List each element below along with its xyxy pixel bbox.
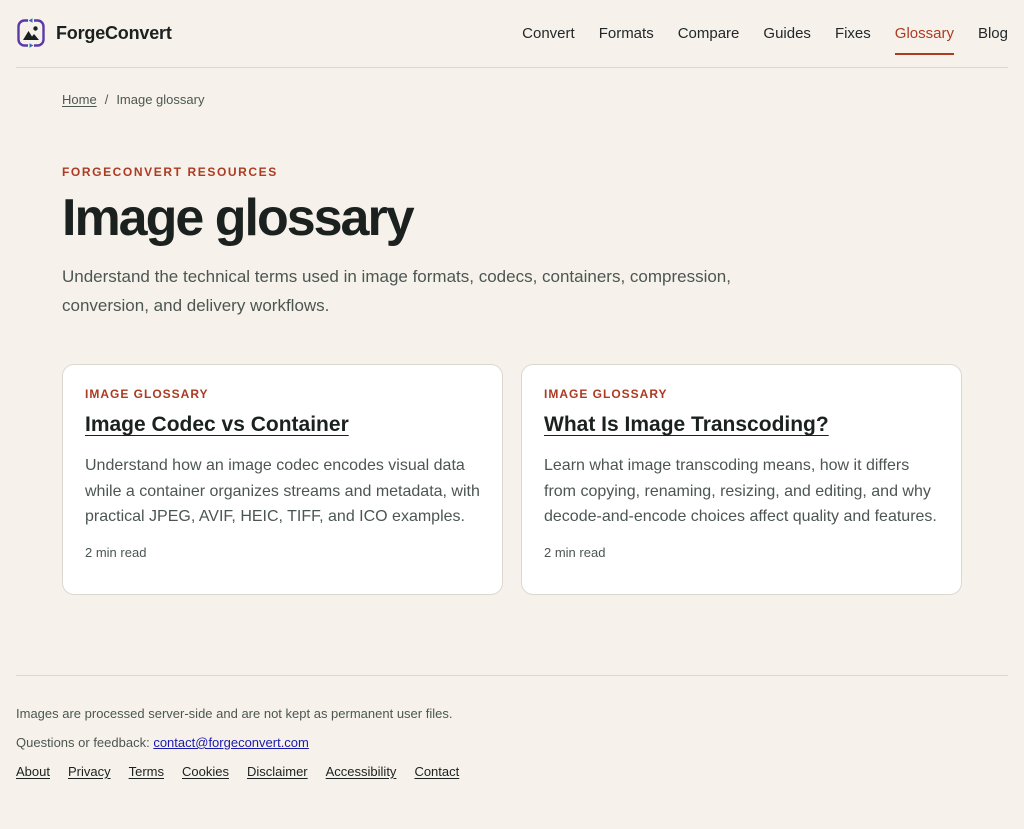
card-description: Understand how an image codec encodes vi… xyxy=(85,457,480,525)
nav-formats[interactable]: Formats xyxy=(599,0,654,68)
glossary-card: IMAGE GLOSSARY What Is Image Transcoding… xyxy=(521,364,962,595)
nav-fixes[interactable]: Fixes xyxy=(835,0,871,68)
footer-link-cookies[interactable]: Cookies xyxy=(182,764,229,779)
footer-links: About Privacy Terms Cookies Disclaimer A… xyxy=(16,764,477,779)
breadcrumb-home-link[interactable]: Home xyxy=(62,92,97,107)
nav-compare[interactable]: Compare xyxy=(678,0,740,68)
glossary-card: IMAGE GLOSSARY Image Codec vs Container … xyxy=(62,364,503,595)
image-convert-icon xyxy=(17,18,45,48)
section-eyebrow: FORGECONVERT RESOURCES xyxy=(62,165,278,179)
nav-glossary[interactable]: Glossary xyxy=(894,0,955,68)
footer-link-about[interactable]: About xyxy=(16,764,50,779)
site-footer: Images are processed server-side and are… xyxy=(16,675,1008,779)
card-read-time: 2 min read xyxy=(544,544,606,560)
site-header: ForgeConvert Convert Formats Compare Gui… xyxy=(16,0,1008,68)
footer-contact-email[interactable]: contact@forgeconvert.com xyxy=(153,735,309,750)
nav-convert[interactable]: Convert xyxy=(522,0,575,68)
footer-privacy-note: Images are processed server-side and are… xyxy=(16,706,453,721)
brand-name: ForgeConvert xyxy=(56,22,172,43)
footer-link-accessibility[interactable]: Accessibility xyxy=(326,764,397,779)
card-kicker: IMAGE GLOSSARY xyxy=(85,387,209,401)
main-nav: Convert Formats Compare Guides Fixes Glo… xyxy=(498,0,1008,68)
footer-link-terms[interactable]: Terms xyxy=(129,764,164,779)
brand-home-link[interactable]: ForgeConvert xyxy=(16,18,172,48)
breadcrumb-current: Image glossary xyxy=(116,92,205,107)
page-lede: Understand the technical terms used in i… xyxy=(62,267,731,315)
page-title: Image glossary xyxy=(62,189,415,247)
footer-link-disclaimer[interactable]: Disclaimer xyxy=(247,764,308,779)
footer-contact: Questions or feedback: contact@forgeconv… xyxy=(16,735,309,750)
card-kicker: IMAGE GLOSSARY xyxy=(544,387,668,401)
breadcrumb-separator: / xyxy=(104,92,109,107)
nav-guides[interactable]: Guides xyxy=(763,0,811,68)
footer-link-contact[interactable]: Contact xyxy=(414,764,459,779)
footer-contact-prefix: Questions or feedback: xyxy=(16,735,150,750)
card-description: Learn what image transcoding means, how … xyxy=(544,457,937,525)
card-title-link[interactable]: What Is Image Transcoding? xyxy=(544,413,829,437)
card-read-time: 2 min read xyxy=(85,544,147,560)
footer-link-privacy[interactable]: Privacy xyxy=(68,764,111,779)
breadcrumb: Home / Image glossary xyxy=(62,92,204,107)
card-title-link[interactable]: Image Codec vs Container xyxy=(85,413,349,437)
nav-blog[interactable]: Blog xyxy=(978,0,1008,68)
